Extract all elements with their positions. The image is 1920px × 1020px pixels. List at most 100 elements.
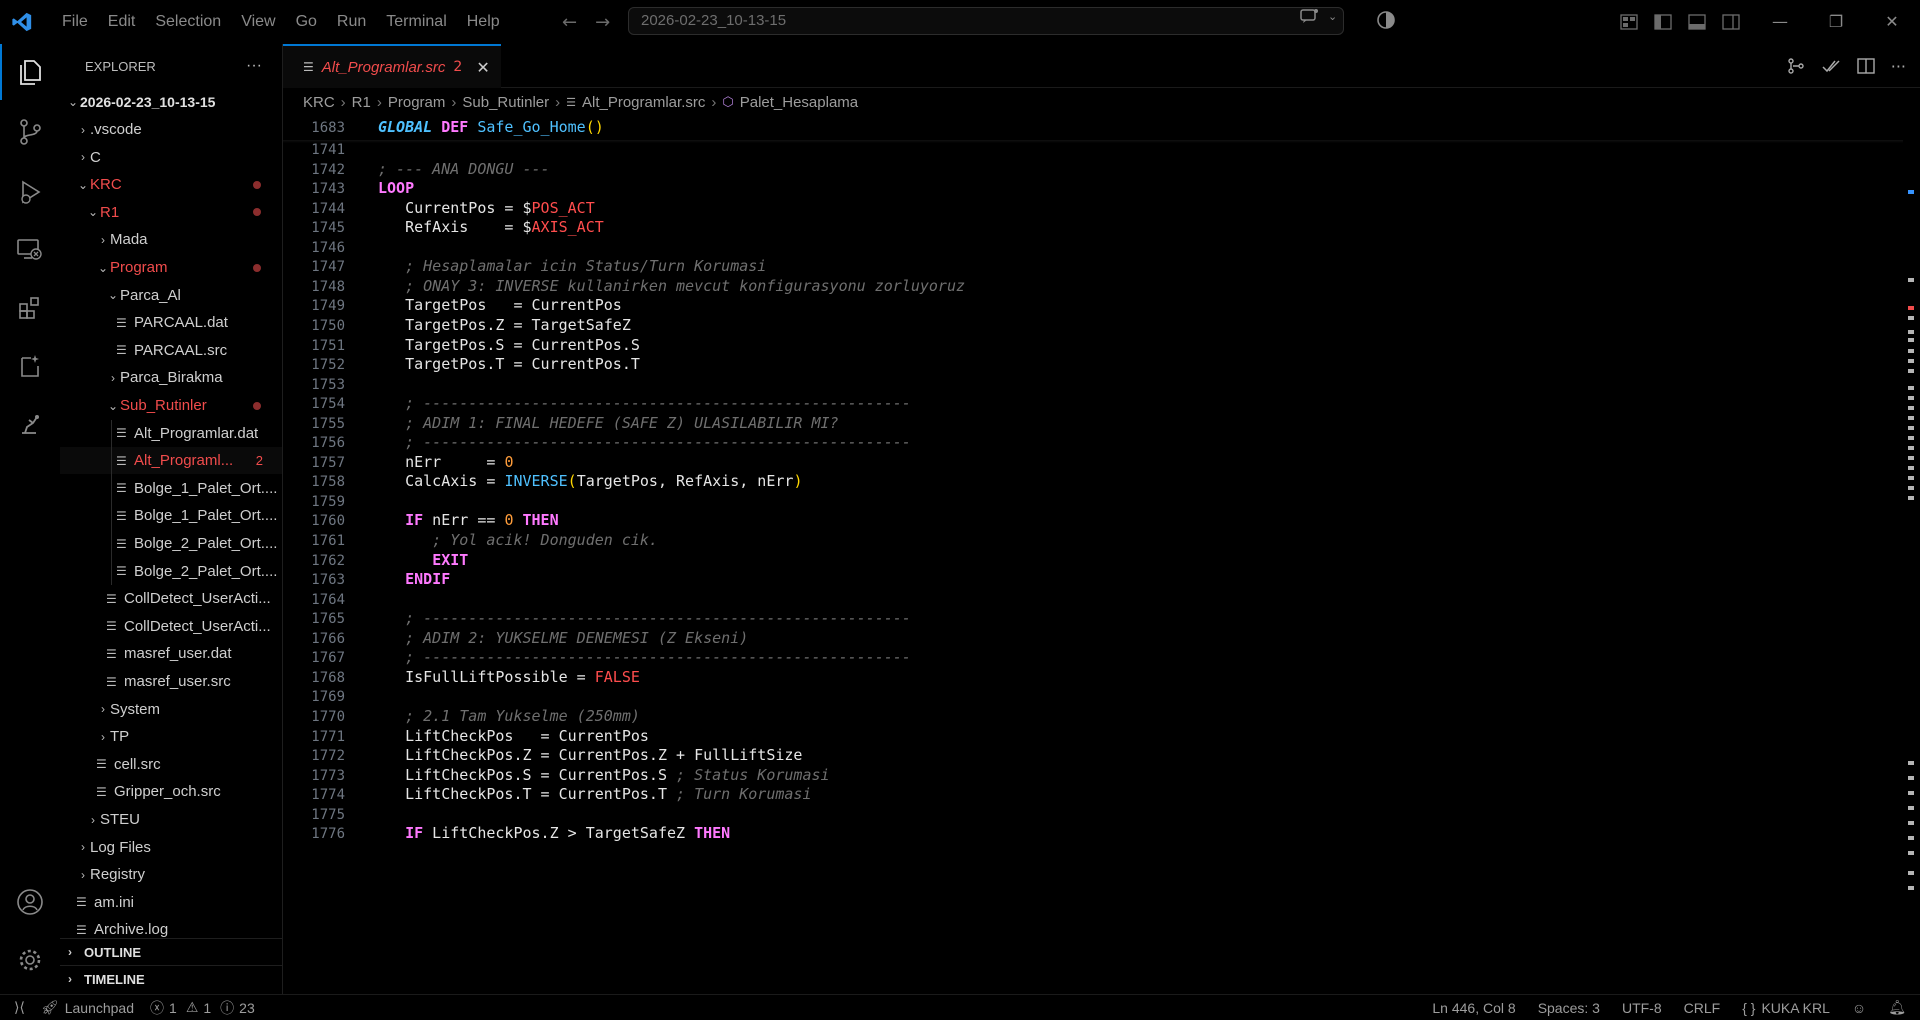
extensions-icon[interactable] (0, 280, 60, 336)
test-sparkle-icon[interactable] (0, 338, 60, 394)
editor-scrollbar[interactable] (1903, 116, 1920, 994)
file-item[interactable]: ☰ cell.src (60, 751, 282, 778)
file-item[interactable]: ☰ CollDetect_UserActi... (60, 613, 282, 640)
close-icon[interactable]: ✕ (476, 58, 489, 77)
file-item[interactable]: ☰ Gripper_och.src (60, 778, 282, 805)
code-line[interactable]: LiftCheckPos = CurrentPos (378, 727, 649, 745)
chevron-down-icon[interactable]: ⌄ (1328, 10, 1337, 23)
code-line[interactable]: IF LiftCheckPos.Z > TargetSafeZ THEN (378, 824, 730, 842)
file-item[interactable]: ☰ PARCAAL.src (60, 337, 282, 364)
file-item[interactable]: ☰ Alt_Programlar.dat (60, 420, 282, 447)
folder-item[interactable]: ⌄ R1 (60, 199, 282, 226)
file-item[interactable]: ☰ Bolge_2_Palet_Ort.... (60, 530, 282, 557)
code-line[interactable]: IsFullLiftPossible = FALSE (378, 668, 640, 686)
folder-item[interactable]: › C (60, 144, 282, 171)
customize-layout-icon[interactable] (1620, 14, 1638, 30)
file-item[interactable]: ☰ am.ini (60, 889, 282, 916)
timeline-panel-header[interactable]: › TIMELINE (60, 965, 283, 992)
line-ending[interactable]: CRLF (1684, 1000, 1721, 1016)
more-actions-icon[interactable]: ··· (1891, 57, 1906, 76)
git-compare-icon[interactable] (1787, 57, 1805, 75)
arrow-left-icon[interactable]: ← (562, 12, 577, 33)
code-line[interactable]: TargetPos.T = CurrentPos.T (378, 355, 640, 373)
code-line[interactable]: TargetPos.Z = TargetSafeZ (378, 316, 631, 334)
code-line[interactable]: LiftCheckPos.S = CurrentPos.S ; Status K… (378, 766, 829, 784)
code-line[interactable]: RefAxis = $AXIS_ACT (378, 218, 604, 236)
code-line[interactable]: ; --- ANA DONGU --- (378, 160, 550, 178)
cursor-position[interactable]: Ln 446, Col 8 (1432, 1000, 1515, 1016)
menu-file[interactable]: File (52, 0, 98, 44)
folder-item[interactable]: › Registry (60, 861, 282, 888)
code-line[interactable]: ; ADIM 2: YUKSELME DENEMESI (Z Ekseni) (378, 629, 748, 647)
toggle-panel-icon[interactable] (1688, 14, 1706, 30)
folder-item[interactable]: › STEU (60, 806, 282, 833)
notifications-bell-icon[interactable]: 🔔︎ (1888, 999, 1906, 1016)
workspace-root[interactable]: ⌄ 2026-02-23_10-13-15 (60, 88, 282, 115)
folder-item[interactable]: › Mada (60, 226, 282, 253)
account-icon[interactable] (0, 874, 60, 930)
code-line[interactable]: LiftCheckPos.Z = CurrentPos.Z + FullLift… (378, 746, 802, 764)
explorer-icon[interactable] (0, 44, 60, 100)
code-line[interactable]: IF nErr == 0 THEN (378, 511, 559, 529)
breadcrumb-item[interactable]: Palet_Hesaplama (740, 94, 858, 111)
menu-selection[interactable]: Selection (145, 0, 231, 44)
breadcrumb-item[interactable]: KRC (303, 94, 335, 111)
code-line[interactable]: ; ADIM 1: FINAL HEDEFE (SAFE Z) ULASILAB… (378, 414, 838, 432)
folder-item[interactable]: › Parca_Birakma (60, 364, 282, 391)
menu-go[interactable]: Go (286, 0, 327, 44)
menu-terminal[interactable]: Terminal (376, 0, 456, 44)
code-line[interactable]: ; ONAY 3: INVERSE kullanirken mevcut kon… (378, 277, 965, 295)
breadcrumb-item[interactable]: Program (388, 94, 446, 111)
settings-gear-icon[interactable] (0, 932, 60, 988)
code-line[interactable]: ; --------------------------------------… (378, 609, 911, 627)
file-item[interactable]: ☰ CollDetect_UserActi... (60, 585, 282, 612)
folder-item[interactable]: › System (60, 696, 282, 723)
code-line[interactable]: nErr = 0 (378, 453, 513, 471)
command-center-search[interactable]: 2026-02-23_10-13-15 (628, 7, 1344, 35)
file-item[interactable]: ☰ masref_user.dat (60, 640, 282, 667)
code-line[interactable]: ENDIF (378, 570, 450, 588)
run-debug-icon[interactable] (0, 164, 60, 220)
folder-item[interactable]: ⌄ Program (60, 254, 282, 281)
folder-item[interactable]: › TP (60, 723, 282, 750)
remote-indicator-icon[interactable]: ⟩⟨ (14, 999, 25, 1016)
toggle-primary-sidebar-icon[interactable] (1654, 14, 1672, 30)
folder-item[interactable]: › Log Files (60, 834, 282, 861)
toggle-secondary-sidebar-icon[interactable] (1722, 14, 1740, 30)
language-mode[interactable]: { } KUKA KRL (1742, 1000, 1830, 1016)
arrow-right-icon[interactable]: → (595, 12, 610, 33)
more-actions-icon[interactable]: ··· (246, 57, 262, 75)
file-item[interactable]: ☰ Bolge_2_Palet_Ort.... (60, 558, 282, 585)
code-line[interactable]: LiftCheckPos.T = CurrentPos.T ; Turn Kor… (378, 785, 811, 803)
restore-icon[interactable]: ❐ (1808, 0, 1864, 44)
breadcrumb-item[interactable]: Sub_Rutinler (462, 94, 549, 111)
file-item[interactable]: ☰ Bolge_1_Palet_Ort.... (60, 502, 282, 529)
split-editor-icon[interactable] (1857, 57, 1875, 75)
menu-edit[interactable]: Edit (98, 0, 146, 44)
code-line[interactable]: TargetPos = CurrentPos (378, 296, 622, 314)
menu-view[interactable]: View (231, 0, 285, 44)
check-all-icon[interactable] (1821, 57, 1841, 75)
file-item[interactable]: ☰ PARCAAL.dat (60, 309, 282, 336)
copilot-chat-button[interactable]: ⌄ (1300, 8, 1337, 24)
close-window-icon[interactable]: ✕ (1864, 0, 1920, 44)
code-line[interactable]: CalcAxis = INVERSE(TargetPos, RefAxis, n… (378, 472, 802, 490)
breadcrumb-item[interactable]: R1 (352, 94, 371, 111)
code-line[interactable]: EXIT (378, 551, 468, 569)
code-line[interactable]: ; --------------------------------------… (378, 394, 911, 412)
code-line[interactable]: ; 2.1 Tam Yukselme (250mm) (378, 707, 640, 725)
folder-item[interactable]: ⌄ Sub_Rutinler (60, 392, 282, 419)
code-editor[interactable]: 1683 GLOBAL DEF Safe_Go_Home() 1741 1742;… (283, 116, 1903, 994)
code-line[interactable]: ; --------------------------------------… (378, 433, 911, 451)
tab-alt-programlar-src[interactable]: ☰ Alt_Programlar.src 2 ✕ (283, 44, 501, 88)
code-line[interactable]: ; Yol acik! Donguden cik. (378, 531, 658, 549)
code-line[interactable]: ; --------------------------------------… (378, 648, 911, 666)
menu-help[interactable]: Help (457, 0, 510, 44)
code-line[interactable]: CurrentPos = $POS_ACT (378, 199, 595, 217)
file-item[interactable]: ☰ Alt_Programl... 2 (60, 447, 282, 475)
code-line[interactable]: LOOP (378, 179, 414, 197)
accounts-shield-icon[interactable] (1376, 10, 1396, 34)
encoding[interactable]: UTF-8 (1622, 1000, 1662, 1016)
folder-item[interactable]: ⌄ Parca_Al (60, 282, 282, 309)
code-line[interactable]: TargetPos.S = CurrentPos.S (378, 336, 640, 354)
